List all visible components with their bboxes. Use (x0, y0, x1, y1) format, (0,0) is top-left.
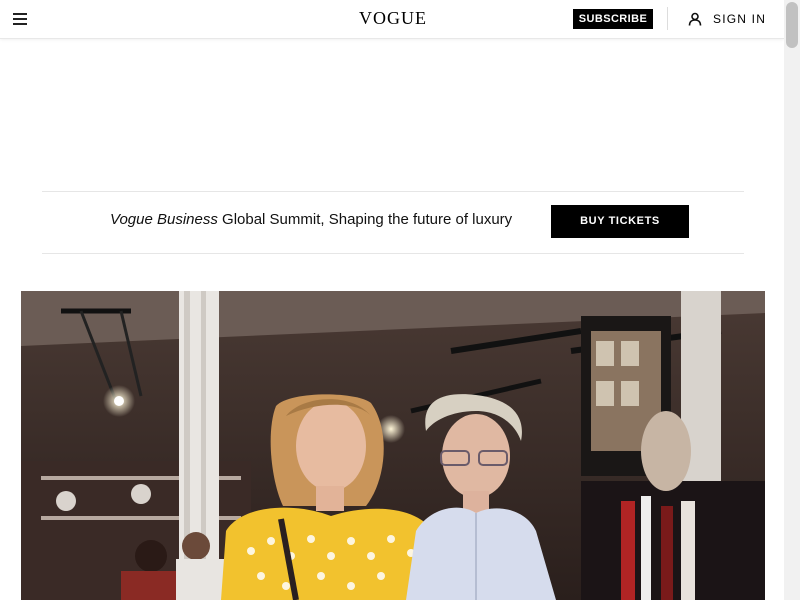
promo-text: Vogue Business Global Summit, Shaping th… (110, 211, 512, 228)
user-icon (688, 12, 702, 26)
scrollbar-thumb[interactable] (786, 2, 798, 48)
header-divider (667, 7, 668, 30)
sign-in-label: SIGN IN (713, 12, 767, 26)
promo-brand: Vogue Business (110, 211, 218, 228)
site-header: VOGUE SUBSCRIBE SIGN IN (0, 0, 784, 39)
summit-promo-banner: Vogue Business Global Summit, Shaping th… (42, 191, 744, 254)
hero-photo (21, 291, 765, 600)
logo-text: VOGUE (359, 8, 427, 28)
hero-image[interactable] (21, 291, 765, 600)
buy-tickets-button[interactable]: BUY TICKETS (551, 205, 689, 238)
subscribe-button[interactable]: SUBSCRIBE (573, 9, 653, 29)
sign-in-button[interactable]: SIGN IN (688, 9, 766, 29)
promo-tagline: Global Summit, Shaping the future of lux… (217, 211, 513, 228)
scrollbar-track[interactable] (784, 0, 800, 600)
